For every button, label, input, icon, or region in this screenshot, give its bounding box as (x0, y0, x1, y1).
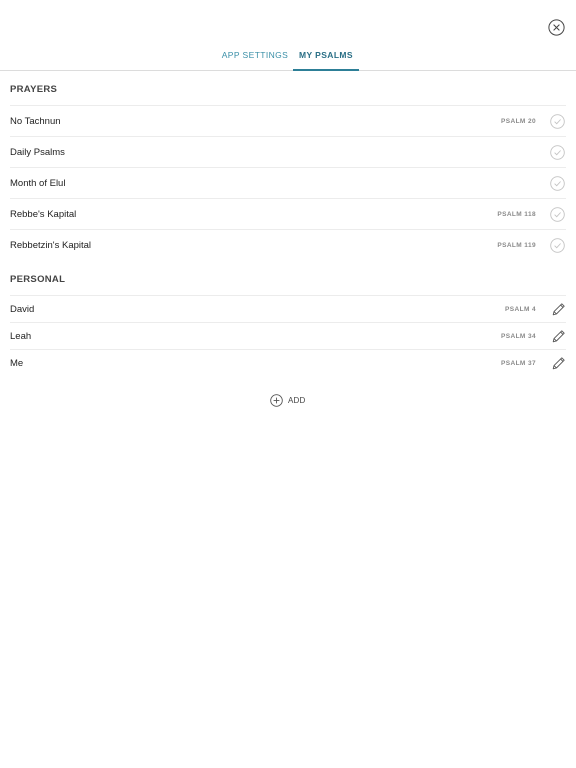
psalm-badge: PSALM 37 (501, 360, 536, 367)
personal-label: David (10, 304, 35, 315)
personal-row-leah[interactable]: Leah PSALM 34 (10, 322, 566, 349)
prayer-label: Rebbe's Kapital (10, 209, 77, 220)
check-circle-icon[interactable] (550, 238, 565, 253)
tab-bar: APP SETTINGS MY PSALMS (0, 45, 576, 71)
prayer-label: No Tachnun (10, 116, 61, 127)
prayer-label: Rebbetzin's Kapital (10, 240, 92, 251)
psalm-badge: PSALM 119 (497, 242, 536, 249)
check-circle-icon[interactable] (550, 145, 565, 160)
pencil-icon[interactable] (551, 356, 566, 371)
prayer-row-rebbes-kapital[interactable]: Rebbe's Kapital PSALM 118 (10, 198, 566, 229)
psalm-badge: PSALM 20 (501, 118, 536, 125)
prayers-list: No Tachnun PSALM 20 Daily Psalms Month o… (0, 105, 576, 260)
personal-section-title: PERSONAL (10, 274, 66, 285)
prayer-row-daily-psalms[interactable]: Daily Psalms (10, 136, 566, 167)
add-button-label: ADD (288, 396, 306, 405)
check-circle-icon[interactable] (550, 176, 565, 191)
psalm-badge: PSALM 4 (505, 306, 536, 313)
check-circle-icon[interactable] (550, 114, 565, 129)
prayer-row-month-of-elul[interactable]: Month of Elul (10, 167, 566, 198)
psalm-badge: PSALM 118 (497, 211, 536, 218)
prayer-row-no-tachnun[interactable]: No Tachnun PSALM 20 (10, 105, 566, 136)
personal-label: Leah (10, 331, 32, 342)
close-button[interactable] (548, 19, 565, 36)
personal-list: David PSALM 4 Leah PSALM 34 Me PSALM 37 (0, 295, 576, 376)
prayer-label: Month of Elul (10, 178, 66, 189)
add-button[interactable]: ADD (270, 394, 306, 407)
pencil-icon[interactable] (551, 302, 566, 317)
tab-app-settings[interactable]: APP SETTINGS (220, 45, 290, 70)
personal-row-me[interactable]: Me PSALM 37 (10, 349, 566, 376)
pencil-icon[interactable] (551, 329, 566, 344)
tab-my-psalms[interactable]: MY PSALMS (293, 45, 359, 71)
personal-row-david[interactable]: David PSALM 4 (10, 295, 566, 322)
prayer-row-rebbetzins-kapital[interactable]: Rebbetzin's Kapital PSALM 119 (10, 229, 566, 260)
psalm-badge: PSALM 34 (501, 333, 536, 340)
prayer-label: Daily Psalms (10, 147, 65, 158)
check-circle-icon[interactable] (550, 207, 565, 222)
close-circle-icon (548, 19, 565, 36)
personal-label: Me (10, 358, 24, 369)
prayers-section-title: PRAYERS (10, 84, 58, 95)
plus-circle-icon (270, 394, 283, 407)
